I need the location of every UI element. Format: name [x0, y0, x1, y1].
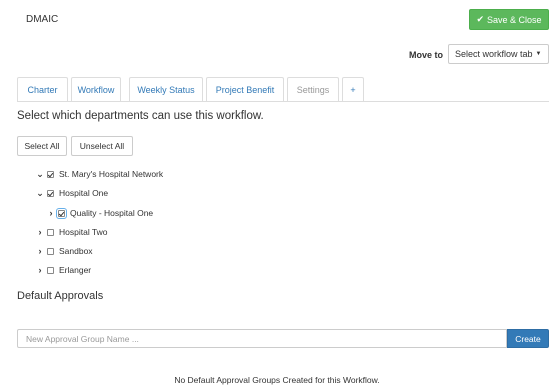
tab-add[interactable]: +	[342, 77, 364, 101]
select-all-button[interactable]: Select All	[17, 136, 67, 156]
unselect-all-button[interactable]: Unselect All	[71, 136, 133, 156]
checkbox-sandbox[interactable]	[47, 247, 54, 255]
tree-item-label: Sandbox	[59, 246, 93, 256]
tab-weekly-status[interactable]: Weekly Status	[129, 77, 203, 101]
move-to-select-value: Select workflow tab	[455, 49, 533, 59]
tree-item-label: Erlanger	[59, 265, 92, 275]
approval-group-name-input[interactable]: New Approval Group Name ...	[17, 329, 507, 348]
tree-item-sandbox: › Sandbox	[35, 244, 93, 258]
caret-down-icon: ▼	[535, 51, 542, 57]
create-button[interactable]: Create	[507, 329, 549, 348]
checkbox-st-marys[interactable]	[47, 170, 54, 178]
chevron-down-icon[interactable]: ⌄	[35, 188, 45, 199]
chevron-right-icon[interactable]: ›	[35, 227, 45, 237]
tree-item-hospital-two: › Hospital Two	[35, 225, 108, 239]
tree-item-label: St. Mary's Hospital Network	[59, 169, 164, 179]
tab-settings[interactable]: Settings	[287, 77, 339, 101]
tree-item-label: Hospital One	[59, 188, 109, 198]
tree-item-st-marys: ⌄ St. Mary's Hospital Network	[35, 167, 163, 181]
move-to-label: Move to	[409, 50, 444, 60]
check-icon: ✔	[476, 14, 484, 24]
chevron-right-icon[interactable]: ›	[46, 208, 56, 218]
default-approvals-heading: Default Approvals	[17, 290, 104, 302]
tree-item-label: Hospital Two	[59, 227, 108, 237]
checkbox-hospital-one[interactable]	[47, 189, 54, 197]
tab-project-benefit[interactable]: Project Benefit	[206, 77, 284, 101]
checkbox-quality-hospital-one[interactable]	[56, 207, 67, 219]
save-close-button[interactable]: ✔ Save & Close	[469, 9, 549, 30]
checkbox-hospital-two[interactable]	[47, 228, 54, 236]
move-to-select[interactable]: Select workflow tab ▼	[448, 44, 549, 64]
chevron-down-icon[interactable]: ⌄	[35, 169, 45, 180]
empty-approvals-message: No Default Approval Groups Created for t…	[174, 375, 380, 385]
checkbox-erlanger[interactable]	[47, 266, 54, 274]
tree-item-hospital-one: ⌄ Hospital One	[35, 186, 108, 200]
tab-charter[interactable]: Charter	[17, 77, 68, 101]
tree-item-label: Quality - Hospital One	[70, 208, 154, 218]
chevron-right-icon[interactable]: ›	[35, 265, 45, 275]
tab-divider	[17, 101, 549, 102]
page-title: DMAIC	[26, 14, 59, 25]
tree-item-quality-hospital-one: › Quality - Hospital One	[46, 206, 153, 220]
chevron-right-icon[interactable]: ›	[35, 246, 45, 256]
tab-workflow[interactable]: Workflow	[71, 77, 121, 101]
save-close-label: Save & Close	[487, 14, 542, 25]
departments-heading: Select which departments can use this wo…	[17, 110, 264, 122]
tree-item-erlanger: › Erlanger	[35, 263, 92, 277]
